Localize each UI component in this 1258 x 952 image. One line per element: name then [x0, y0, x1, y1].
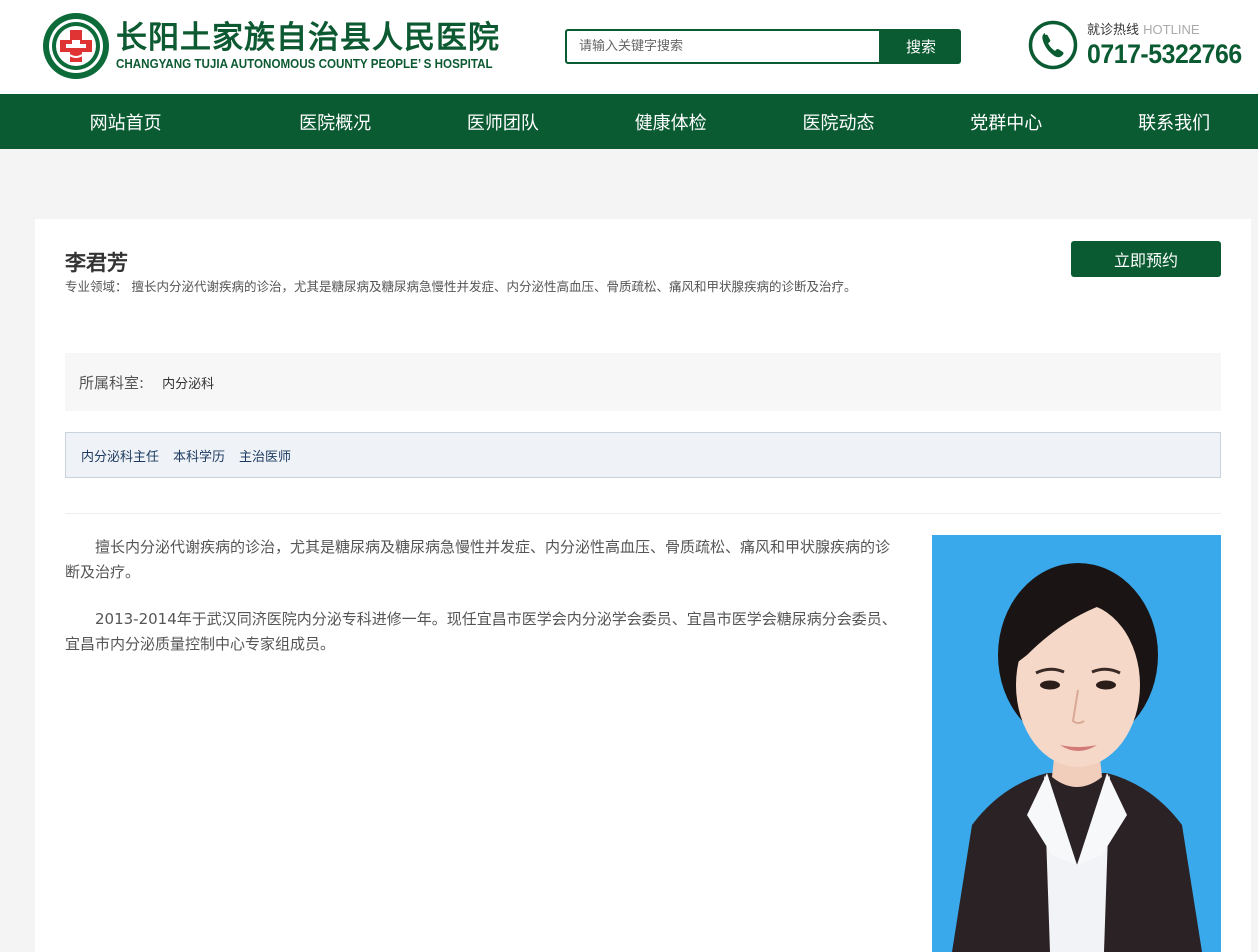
- department-box: 所属科室: 内分泌科: [65, 353, 1221, 411]
- nav-item-about[interactable]: 医院概况: [251, 94, 419, 149]
- hotline-label: 就诊热线 HOTLINE: [1087, 21, 1200, 38]
- doctor-titles: 内分泌科主任 本科学历 主治医师: [65, 432, 1221, 478]
- doctor-profile-card: 李君芳 专业领域： 擅长内分泌代谢疾病的诊治，尤其是糖尿病及糖尿病急慢性并发症、…: [35, 219, 1251, 952]
- hospital-logo[interactable]: 长阳土家族自治县人民医院 CHANGYANG TUJIA AUTONOMOUS …: [42, 12, 521, 80]
- search-button[interactable]: 搜索: [881, 29, 961, 64]
- search-input[interactable]: [579, 39, 879, 54]
- nav-item-doctors[interactable]: 医师团队: [419, 94, 587, 149]
- phone-icon: [1028, 20, 1078, 70]
- search-field[interactable]: [565, 29, 881, 64]
- hospital-name-cn: 长阳土家族自治县人民医院: [116, 20, 500, 56]
- hotline: 就诊热线 HOTLINE 0717-5322766: [1028, 20, 1255, 70]
- hospital-name-en: CHANGYANG TUJIA AUTONOMOUS COUNTY PEOPLE…: [116, 57, 493, 71]
- hospital-emblem-icon: [43, 13, 109, 79]
- site-header: 长阳土家族自治县人民医院 CHANGYANG TUJIA AUTONOMOUS …: [0, 0, 1258, 94]
- bio-paragraph: 擅长内分泌代谢疾病的诊治，尤其是糖尿病及糖尿病急慢性并发症、内分泌性高血压、骨质…: [65, 538, 891, 581]
- title-tag: 内分泌科主任: [81, 449, 160, 465]
- nav-item-checkup[interactable]: 健康体检: [587, 94, 755, 149]
- section-divider: [65, 513, 1221, 514]
- nav-item-party[interactable]: 党群中心: [922, 94, 1090, 149]
- doctor-portrait-image: [932, 535, 1221, 952]
- doctor-specialty: 专业领域： 擅长内分泌代谢疾病的诊治，尤其是糖尿病及糖尿病急慢性并发症、内分泌性…: [65, 280, 930, 294]
- department-value: 内分泌科: [162, 376, 215, 392]
- nav-item-home[interactable]: 网站首页: [0, 94, 251, 149]
- department-label: 所属科室:: [79, 373, 145, 392]
- doctor-biography: 擅长内分泌代谢疾病的诊治，尤其是糖尿病及糖尿病急慢性并发症、内分泌性高血压、骨质…: [65, 535, 900, 679]
- nav-item-news[interactable]: 医院动态: [755, 94, 923, 149]
- specialty-text: 擅长内分泌代谢疾病的诊治，尤其是糖尿病及糖尿病急慢性并发症、内分泌性高血压、骨质…: [131, 279, 857, 294]
- main-nav: 网站首页 医院概况 医师团队 健康体检 医院动态 党群中心 联系我们: [0, 94, 1258, 149]
- book-appointment-button[interactable]: 立即预约: [1071, 241, 1221, 277]
- title-tag: 本科学历: [173, 449, 226, 465]
- doctor-photo: [932, 535, 1221, 952]
- bio-paragraph: 2013-2014年于武汉同济医院内分泌专科进修一年。现任宜昌市医学会内分泌学会…: [65, 610, 897, 653]
- nav-item-contact[interactable]: 联系我们: [1090, 94, 1258, 149]
- doctor-name: 李君芳: [65, 251, 128, 275]
- hotline-number: 0717-5322766: [1087, 38, 1242, 69]
- title-tag: 主治医师: [239, 449, 292, 465]
- specialty-label: 专业领域：: [65, 279, 128, 294]
